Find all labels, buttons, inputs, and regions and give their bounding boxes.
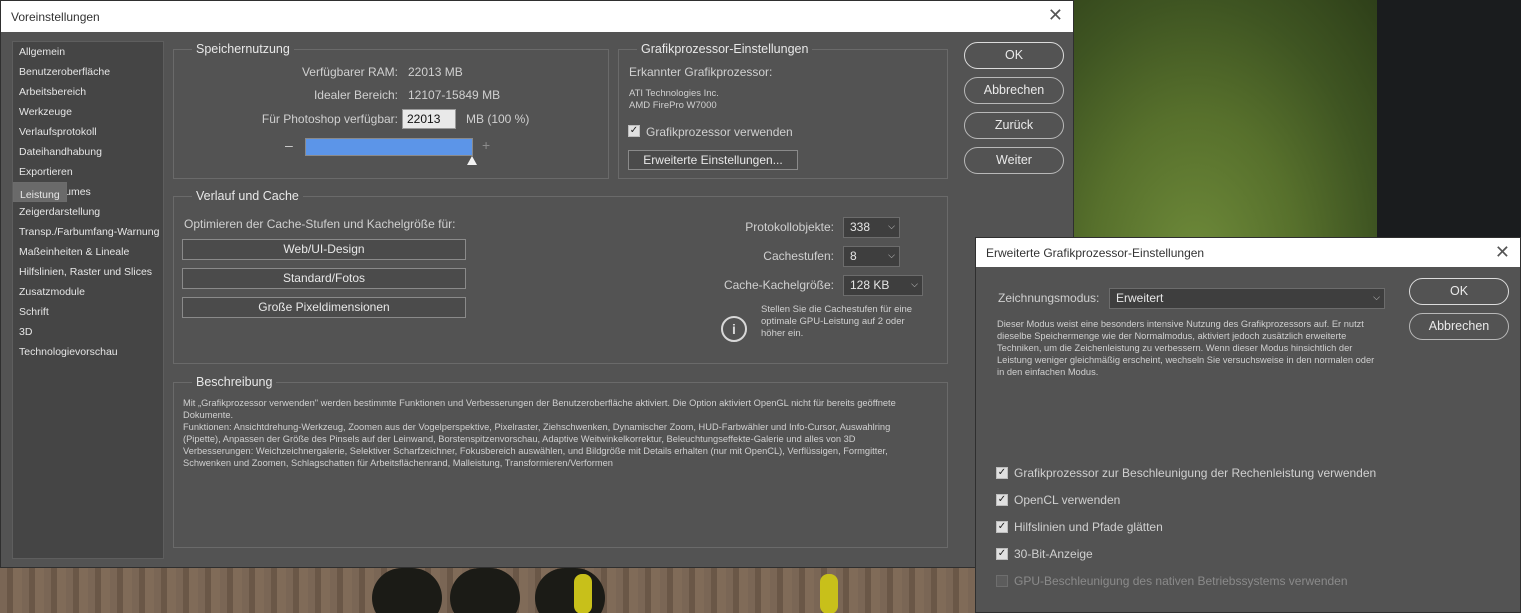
memory-group-title: Speichernutzung bbox=[192, 42, 294, 56]
ideal-range-value: 12107-15849 MB bbox=[408, 88, 501, 102]
next-button[interactable]: Weiter bbox=[964, 147, 1064, 174]
preset-web-ui-button[interactable]: Web/UI-Design bbox=[182, 239, 466, 260]
tractor-rim bbox=[574, 574, 592, 613]
cancel-button[interactable]: Abbrechen bbox=[964, 77, 1064, 104]
option-checkbox[interactable]: ✓ bbox=[996, 521, 1008, 533]
sidebar-item-dateihandhabung[interactable]: Dateihandhabung bbox=[13, 142, 163, 162]
tractor-tire bbox=[450, 568, 520, 613]
option-checkbox[interactable]: ✓ bbox=[996, 494, 1008, 506]
drawing-mode-value: Erweitert bbox=[1116, 291, 1164, 305]
cache-info-text: Stellen Sie die Cachestufen für eine opt… bbox=[761, 304, 913, 339]
description-paragraph: Funktionen: Ansichtdrehung-Werkzeug, Zoo… bbox=[183, 422, 891, 444]
chevron-down-icon: ⌵ bbox=[1373, 292, 1380, 302]
tile-size-value: 128 KB bbox=[850, 278, 890, 292]
sidebar-item-leistung[interactable]: Leistung bbox=[13, 182, 67, 202]
memory-slider-track[interactable] bbox=[305, 138, 473, 156]
memory-slider-fill bbox=[306, 139, 472, 155]
close-icon[interactable]: ✕ bbox=[1495, 243, 1510, 261]
cache-levels-label: Cachestufen: bbox=[763, 249, 834, 263]
tile-size-label: Cache-Kachelgröße: bbox=[723, 278, 834, 292]
back-button[interactable]: Zurück bbox=[964, 112, 1064, 139]
info-icon: i bbox=[721, 316, 747, 342]
description-text: Mit „Grafikprozessor verwenden" werden b… bbox=[183, 397, 928, 469]
option-checkbox bbox=[996, 575, 1008, 587]
sidebar-item-allgemein[interactable]: Allgemein bbox=[13, 42, 163, 62]
drawing-mode-select[interactable]: Erweitert ⌵ bbox=[1109, 288, 1385, 309]
description-group-title: Beschreibung bbox=[192, 375, 277, 389]
history-states-label: Protokollobjekte: bbox=[745, 220, 834, 234]
sidebar-item-arbeitsbereich[interactable]: Arbeitsbereich bbox=[13, 82, 163, 102]
chevron-down-icon: ⌵ bbox=[911, 279, 918, 289]
cache-group-title: Verlauf und Cache bbox=[192, 189, 303, 203]
sidebar-item-werkzeuge[interactable]: Werkzeuge bbox=[13, 102, 163, 122]
option-label: Grafikprozessor zur Beschleunigung der R… bbox=[1014, 466, 1377, 480]
ps-available-label: Für Photoshop verfügbar: bbox=[261, 112, 398, 126]
ok-button[interactable]: OK bbox=[964, 42, 1064, 69]
dialog-title: Voreinstellungen bbox=[11, 10, 100, 24]
history-states-select[interactable]: 338 ⌵ bbox=[843, 217, 900, 238]
cache-levels-value: 8 bbox=[850, 249, 857, 263]
drawing-mode-description: Dieser Modus weist eine besonders intens… bbox=[997, 319, 1375, 377]
sidebar-item-hilfslinien-raster-und-slices[interactable]: Hilfslinien, Raster und Slices bbox=[13, 262, 163, 282]
plus-icon[interactable]: + bbox=[482, 137, 490, 153]
chevron-down-icon: ⌵ bbox=[888, 221, 895, 231]
chevron-down-icon: ⌵ bbox=[888, 250, 895, 260]
ok-button[interactable]: OK bbox=[1409, 278, 1509, 305]
sidebar-item-3d[interactable]: 3D bbox=[13, 322, 163, 342]
advanced-settings-button[interactable]: Erweiterte Einstellungen... bbox=[628, 150, 798, 170]
sky-image bbox=[1377, 0, 1521, 240]
cache-levels-select[interactable]: 8 ⌵ bbox=[843, 246, 900, 267]
dialog-titlebar: Erweiterte Grafikprozessor-Einstellungen… bbox=[976, 238, 1520, 267]
preset-standard-photos-button[interactable]: Standard/Fotos bbox=[182, 268, 466, 289]
gpu-model: AMD FirePro W7000 bbox=[629, 100, 717, 111]
slider-handle-icon[interactable] bbox=[467, 156, 477, 165]
tractor-rim bbox=[820, 574, 838, 613]
gpu-group-title: Grafikprozessor-Einstellungen bbox=[637, 42, 813, 56]
option-label: Hilfslinien und Pfade glätten bbox=[1014, 520, 1163, 534]
tractor-tire bbox=[535, 568, 605, 613]
ram-label: Verfügbarer RAM: bbox=[301, 65, 398, 79]
minus-icon[interactable]: – bbox=[285, 137, 293, 153]
preferences-nav: Allgemein Benutzeroberfläche Arbeitsbereic… bbox=[12, 41, 164, 559]
advanced-gpu-dialog: Erweiterte Grafikprozessor-Einstellungen… bbox=[975, 237, 1521, 613]
description-paragraph: Mit „Grafikprozessor verwenden" werden b… bbox=[183, 398, 896, 420]
ram-value: 22013 MB bbox=[408, 65, 463, 79]
history-states-value: 338 bbox=[850, 220, 871, 234]
optimize-label: Optimieren der Cache-Stufen und Kachelgr… bbox=[184, 217, 456, 231]
cancel-button[interactable]: Abbrechen bbox=[1409, 313, 1509, 340]
ideal-range-label: Idealer Bereich: bbox=[313, 88, 398, 102]
sidebar-item-transp-farbumfang-warnung[interactable]: Transp./Farbumfang-Warnung bbox=[13, 222, 163, 242]
dialog-title: Erweiterte Grafikprozessor-Einstellungen bbox=[986, 246, 1205, 260]
sidebar-item-schrift[interactable]: Schrift bbox=[13, 302, 163, 322]
preset-large-pixel-button[interactable]: Große Pixeldimensionen bbox=[182, 297, 466, 318]
gpu-detected-label: Erkannter Grafikprozessor: bbox=[629, 65, 773, 79]
sidebar-item-zeigerdarstellung[interactable]: Zeigerdarstellung bbox=[13, 202, 163, 222]
dialog-titlebar: Voreinstellungen ✕ bbox=[1, 1, 1073, 32]
ps-memory-unit: MB (100 %) bbox=[466, 112, 530, 126]
sidebar-item-verlaufsprotokoll[interactable]: Verlaufsprotokoll bbox=[13, 122, 163, 142]
sidebar-item-technologievorschau[interactable]: Technologievorschau bbox=[13, 342, 163, 362]
tile-size-select[interactable]: 128 KB ⌵ bbox=[843, 275, 923, 296]
sidebar-item-exportieren[interactable]: Exportieren bbox=[13, 162, 163, 182]
option-label: 30-Bit-Anzeige bbox=[1014, 547, 1093, 561]
sidebar-item-benutzeroberfläche[interactable]: Benutzeroberfläche bbox=[13, 62, 163, 82]
drawing-mode-label: Zeichnungsmodus: bbox=[998, 291, 1100, 305]
sidebar-item-zusatzmodule[interactable]: Zusatzmodule bbox=[13, 282, 163, 302]
option-checkbox[interactable]: ✓ bbox=[996, 548, 1008, 560]
gpu-vendor: ATI Technologies Inc. bbox=[629, 88, 719, 99]
option-label: OpenCL verwenden bbox=[1014, 493, 1121, 507]
option-label: GPU-Beschleunigung des nativen Betriebss… bbox=[1014, 574, 1348, 588]
description-paragraph: Verbesserungen: Weichzeichnergalerie, Se… bbox=[183, 446, 888, 468]
tractor-tire bbox=[372, 568, 442, 613]
ps-memory-input[interactable] bbox=[402, 109, 456, 129]
use-gpu-label: Grafikprozessor verwenden bbox=[646, 125, 793, 139]
use-gpu-checkbox[interactable]: ✓ bbox=[628, 125, 640, 137]
option-checkbox[interactable]: ✓ bbox=[996, 467, 1008, 479]
close-icon[interactable]: ✕ bbox=[1048, 6, 1063, 24]
preferences-dialog: Voreinstellungen ✕ Allgemein Benutzerober… bbox=[0, 0, 1074, 568]
sidebar-item-maßeinheiten-lineale[interactable]: Maßeinheiten & Lineale bbox=[13, 242, 163, 262]
